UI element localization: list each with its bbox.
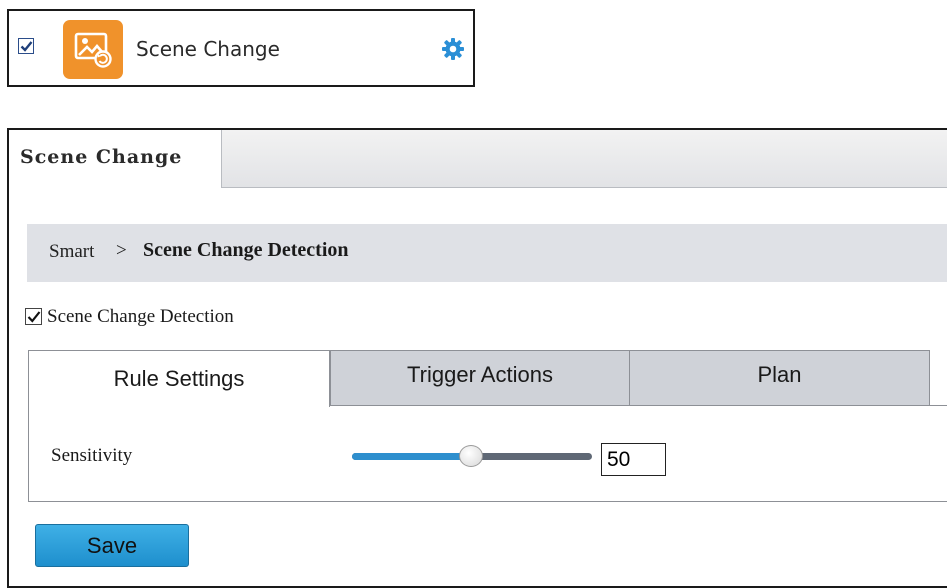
breadcrumb-current: Scene Change Detection [143, 239, 349, 261]
breadcrumb: Smart > Scene Change Detection [27, 224, 947, 282]
sensitivity-label: Sensitivity [51, 445, 133, 466]
save-button[interactable]: Save [35, 524, 189, 567]
tab-label: Scene Change [20, 146, 183, 168]
slider-fill [352, 453, 471, 460]
tab-rule-settings[interactable]: Rule Settings [28, 350, 330, 407]
checkmark-icon [27, 311, 41, 323]
sensitivity-slider[interactable] [352, 445, 592, 467]
scene-change-settings-panel: Scene Change Smart > Scene Change Detect… [7, 128, 947, 588]
tab-scene-change[interactable]: Scene Change [9, 130, 222, 188]
breadcrumb-separator: > [116, 240, 127, 261]
gear-icon[interactable] [441, 37, 465, 65]
scene-change-app-card: Scene Change [7, 9, 475, 87]
scene-change-detection-label: Scene Change Detection [47, 306, 234, 327]
tab-label: Plan [757, 362, 802, 387]
scene-change-image-icon [63, 20, 123, 79]
tab-label: Trigger Actions [407, 362, 553, 387]
tab-plan[interactable]: Plan [630, 350, 930, 406]
scene-change-card-checkbox[interactable] [18, 38, 34, 54]
checkmark-icon [20, 41, 33, 52]
settings-tabs: Rule Settings Trigger Actions Plan [28, 350, 947, 407]
card-title: Scene Change [136, 37, 280, 61]
breadcrumb-root[interactable]: Smart [49, 241, 94, 263]
tab-label: Rule Settings [113, 366, 245, 391]
slider-thumb[interactable] [459, 445, 483, 467]
tab-trigger-actions[interactable]: Trigger Actions [330, 350, 630, 406]
scene-change-detection-checkbox[interactable] [25, 308, 42, 325]
rule-settings-content: Sensitivity [28, 406, 947, 502]
sensitivity-input[interactable] [601, 443, 666, 476]
page-tab-bar: Scene Change [9, 130, 947, 188]
